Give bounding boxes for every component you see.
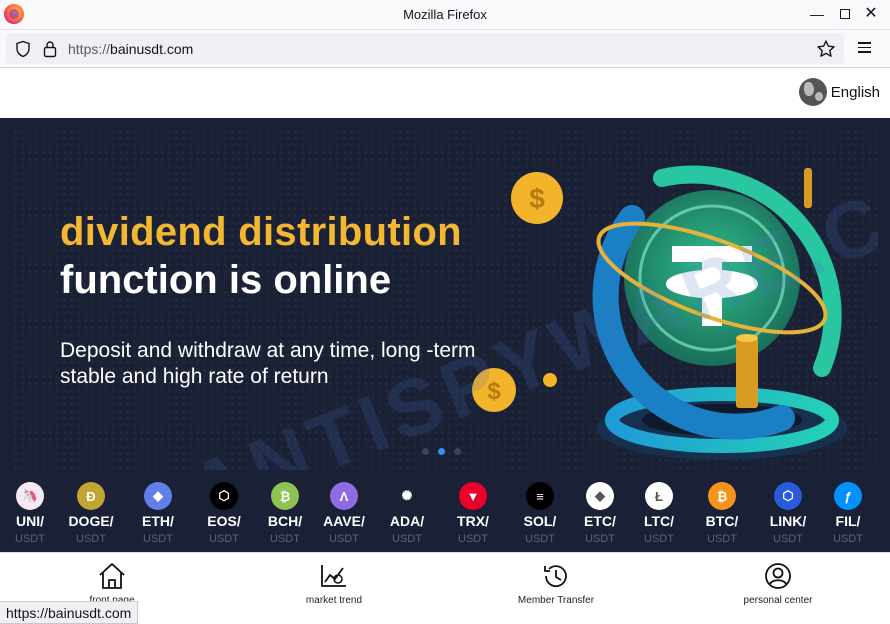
tracking-protection-shield-icon[interactable] [14, 40, 32, 58]
language-selector[interactable]: English [798, 78, 880, 106]
coin-item[interactable]: ◆ ETH/USDT [128, 482, 188, 545]
coin-item[interactable]: ✺ ADA/USDT [377, 482, 437, 545]
promo-banner[interactable]: dividend distribution function is online… [12, 128, 878, 470]
coin-quote: USDT [707, 533, 737, 545]
user-icon [765, 563, 791, 589]
coin-logo-icon: Ł [645, 482, 673, 510]
coin-logo-icon: 🦄 [16, 482, 44, 510]
coin-quote: USDT [392, 533, 422, 545]
coin-quote: USDT [585, 533, 615, 545]
window-titlebar: Mozilla Firefox — ✕ [0, 0, 890, 30]
coin-quote: USDT [15, 533, 45, 545]
coin-quote: USDT [209, 533, 239, 545]
close-button[interactable]: ✕ [858, 3, 884, 25]
hamburger-menu-icon[interactable] [856, 39, 874, 57]
coin-symbol: DOGE/ [68, 513, 114, 529]
web-page: English dividend distribution function i… [0, 68, 890, 624]
coin-symbol: BCH/ [267, 513, 303, 529]
nav-personal-center[interactable]: personal center [708, 561, 848, 606]
coin-logo-icon: ₿ [271, 482, 299, 510]
coin-item[interactable]: ◆ ETC/USDT [570, 482, 630, 545]
coin-logo-icon: Ð [77, 482, 105, 510]
lock-icon[interactable] [42, 40, 58, 58]
coin-item[interactable]: 🦄 UNI/USDT [0, 482, 60, 545]
coin-quote: USDT [329, 533, 359, 545]
coin-symbol: LTC/ [643, 513, 675, 529]
coin-logo-icon: Λ [330, 482, 358, 510]
nav-label: personal center [743, 595, 813, 606]
minimize-button[interactable]: — [804, 3, 830, 25]
coin-symbol: EOS/ [207, 513, 241, 529]
navigation-toolbar: https://bainusdt.com [0, 30, 890, 68]
coin-symbol: LINK/ [769, 513, 807, 529]
coin-logo-icon: ₿ [708, 482, 736, 510]
dark-content-area: dividend distribution function is online… [0, 118, 890, 552]
url-host: bainusdt.com [110, 41, 194, 57]
coin-quote: USDT [458, 533, 488, 545]
svg-text:$: $ [529, 183, 545, 214]
language-label: English [830, 83, 880, 101]
globe-icon [798, 78, 827, 106]
coin-logo-icon: ▼ [459, 482, 487, 510]
coin-quote: USDT [644, 533, 674, 545]
coin-item[interactable]: ▼ TRX/USDT [443, 482, 503, 545]
coin-logo-icon: ◆ [144, 482, 172, 510]
coin-symbol: SOL/ [523, 513, 557, 529]
coin-item[interactable]: ₿ BTC/USDT [692, 482, 752, 545]
coin-logo-icon: ƒ [834, 482, 862, 510]
history-icon [544, 565, 567, 588]
coin-item[interactable]: ⬡ LINK/USDT [758, 482, 818, 545]
nav-market-trend[interactable]: market trend [264, 561, 404, 606]
coin-quote: USDT [773, 533, 803, 545]
coin-symbol: ETH/ [142, 513, 174, 529]
url-field[interactable]: https://bainusdt.com [6, 33, 844, 64]
bookmark-star-icon[interactable] [816, 39, 836, 59]
nav-member-transfer[interactable]: Member Transfer [486, 561, 626, 606]
coin-quote: USDT [833, 533, 863, 545]
coin-quote: USDT [76, 533, 106, 545]
coin-symbol: AAVE/ [323, 513, 365, 529]
coin-quote: USDT [143, 533, 173, 545]
coin-ticker-strip: 🦄 UNI/USDT Ð DOGE/USDT ◆ ETH/USDT ⬡ EOS/USDT ₿ BC… [0, 478, 890, 552]
banner-headline-2: function is online [60, 258, 392, 302]
coin-item[interactable]: ⬡ EOS/USDT [194, 482, 254, 545]
maximize-button[interactable] [832, 3, 858, 25]
carousel-dot-3[interactable] [454, 448, 461, 455]
carousel-pager[interactable] [422, 448, 461, 455]
coin-symbol: ADA/ [389, 513, 425, 529]
chart-icon [321, 565, 346, 587]
carousel-dot-2[interactable] [438, 448, 445, 455]
coin-logo-icon: ✺ [393, 482, 421, 510]
coin-item[interactable]: ƒ FIL/USDT [818, 482, 878, 545]
coin-item[interactable]: Ð DOGE/USDT [61, 482, 121, 545]
coin-item[interactable]: ≡ SOL/USDT [510, 482, 570, 545]
url-text[interactable]: https://bainusdt.com [68, 41, 193, 57]
nav-front-page[interactable]: front page [42, 561, 182, 606]
nav-label: market trend [305, 595, 363, 606]
coin-quote: USDT [270, 533, 300, 545]
coin-item[interactable]: Ł LTC/USDT [629, 482, 689, 545]
coin-quote: USDT [525, 533, 555, 545]
coin-symbol: UNI/ [16, 513, 44, 529]
coin-logo-icon: ◆ [586, 482, 614, 510]
coin-symbol: FIL/ [835, 513, 861, 529]
coin-item[interactable]: Λ AAVE/USDT [314, 482, 374, 545]
window-title: Mozilla Firefox [403, 7, 487, 22]
nav-label: Member Transfer [517, 595, 595, 606]
carousel-dot-1[interactable] [422, 448, 429, 455]
home-icon [99, 563, 125, 589]
coin-symbol: ETC/ [584, 513, 616, 529]
coin-logo-icon: ≡ [526, 482, 554, 510]
banner-headline-1: dividend distribution [60, 210, 462, 254]
coin-symbol: BTC/ [705, 513, 739, 529]
coin-item[interactable]: ₿ BCH/USDT [255, 482, 315, 545]
url-protocol: https:// [68, 41, 111, 57]
coin-logo-icon: ⬡ [774, 482, 802, 510]
status-bar-link: https://bainusdt.com [0, 601, 139, 624]
coin-symbol: TRX/ [457, 513, 489, 529]
coin-logo-icon: ⬡ [210, 482, 238, 510]
